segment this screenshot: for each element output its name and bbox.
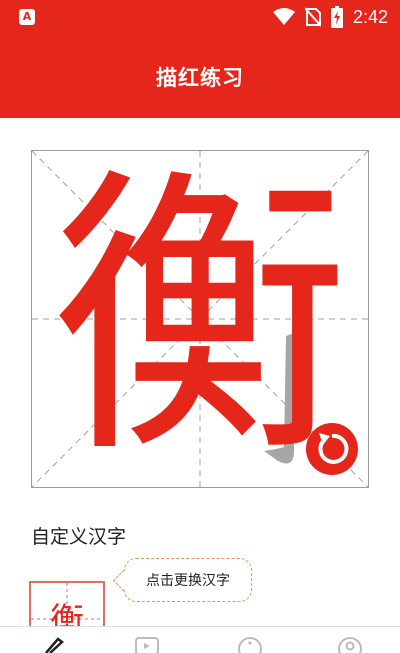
status-time: 2:42	[352, 6, 388, 27]
tracing-board[interactable]: 衡	[31, 150, 369, 488]
replay-icon	[318, 433, 349, 464]
brush-icon[interactable]	[38, 633, 66, 653]
status-bar: A 2:42	[0, 0, 400, 36]
tooltip-text: 点击更换汉字	[146, 573, 230, 589]
status-icons: 2:42	[272, 6, 388, 28]
info-icon[interactable]	[236, 633, 264, 653]
profile-icon[interactable]	[336, 633, 364, 653]
tooltip-tail	[112, 569, 135, 592]
app-header: 描红练习	[0, 36, 400, 118]
video-icon[interactable]	[133, 633, 161, 653]
app-badge-icon: A	[19, 9, 35, 25]
change-character-tooltip[interactable]: 点击更换汉字	[112, 558, 252, 602]
bottom-tab-bar	[0, 626, 400, 653]
battery-charging-icon	[330, 6, 343, 28]
replay-button[interactable]	[306, 423, 358, 475]
custom-section-title: 自定义汉字	[31, 526, 127, 548]
no-sim-icon	[304, 7, 321, 27]
page-title: 描红练习	[156, 66, 244, 90]
wifi-icon	[272, 8, 295, 25]
